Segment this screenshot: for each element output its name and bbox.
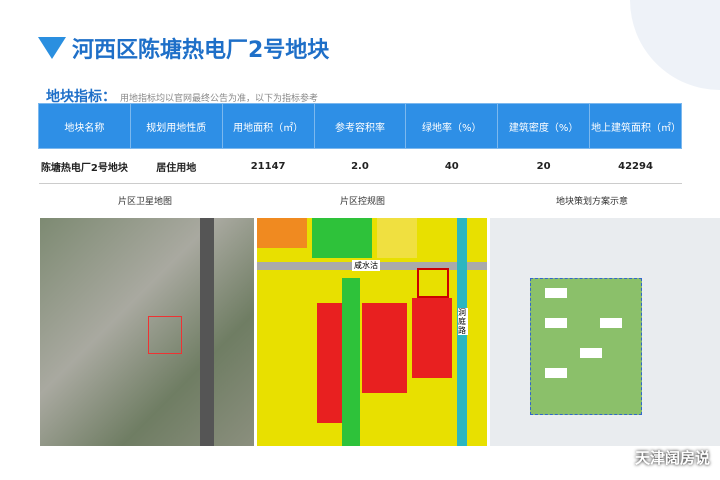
- road-label: 洞庭路: [458, 308, 468, 335]
- title-text: 河西区陈塘热电厂2号地块: [72, 38, 330, 63]
- triangle-icon: [38, 37, 66, 59]
- td: 2.0: [314, 148, 406, 184]
- watermark: 天津阔房说: [634, 449, 710, 467]
- indicator-table: 地块名称 规划用地性质 用地面积（㎡） 参考容积率 绿地率（%） 建筑密度（%） 地上建筑面…: [38, 103, 682, 184]
- table-row: 陈塘热电厂2号地块 居住用地 21147 2.0 40 20 42294: [38, 148, 682, 184]
- td: 21147: [222, 148, 315, 184]
- caption-zoning: 片区控规图: [340, 197, 386, 207]
- zoning-map: 咸水沽 洞庭路: [257, 218, 487, 446]
- table-header-row: 地块名称 规划用地性质 用地面积（㎡） 参考容积率 绿地率（%） 建筑密度（%） 地上建筑面…: [38, 103, 682, 149]
- th: 参考容积率: [313, 103, 407, 149]
- th: 规划用地性质: [129, 103, 223, 149]
- th: 地块名称: [38, 103, 131, 149]
- th: 用地面积（㎡）: [221, 103, 315, 149]
- td: 20: [497, 148, 590, 184]
- page-title: 河西区陈塘热电厂2号地块: [38, 32, 329, 64]
- satellite-map: [40, 218, 254, 446]
- road-label: 咸水沽: [352, 260, 380, 271]
- caption-satellite: 片区卫星地图: [118, 197, 173, 207]
- th: 地上建筑面积（㎡）: [589, 103, 682, 149]
- th: 建筑密度（%）: [497, 103, 591, 149]
- td: 42294: [589, 148, 682, 184]
- caption-plan: 地块策划方案示意: [556, 197, 629, 207]
- td: 40: [405, 148, 498, 184]
- plan-map: [490, 218, 720, 446]
- td: 居住用地: [130, 148, 223, 184]
- decoration-circle: [630, 0, 720, 90]
- td: 陈塘热电厂2号地块: [38, 148, 131, 184]
- th: 绿地率（%）: [405, 103, 499, 149]
